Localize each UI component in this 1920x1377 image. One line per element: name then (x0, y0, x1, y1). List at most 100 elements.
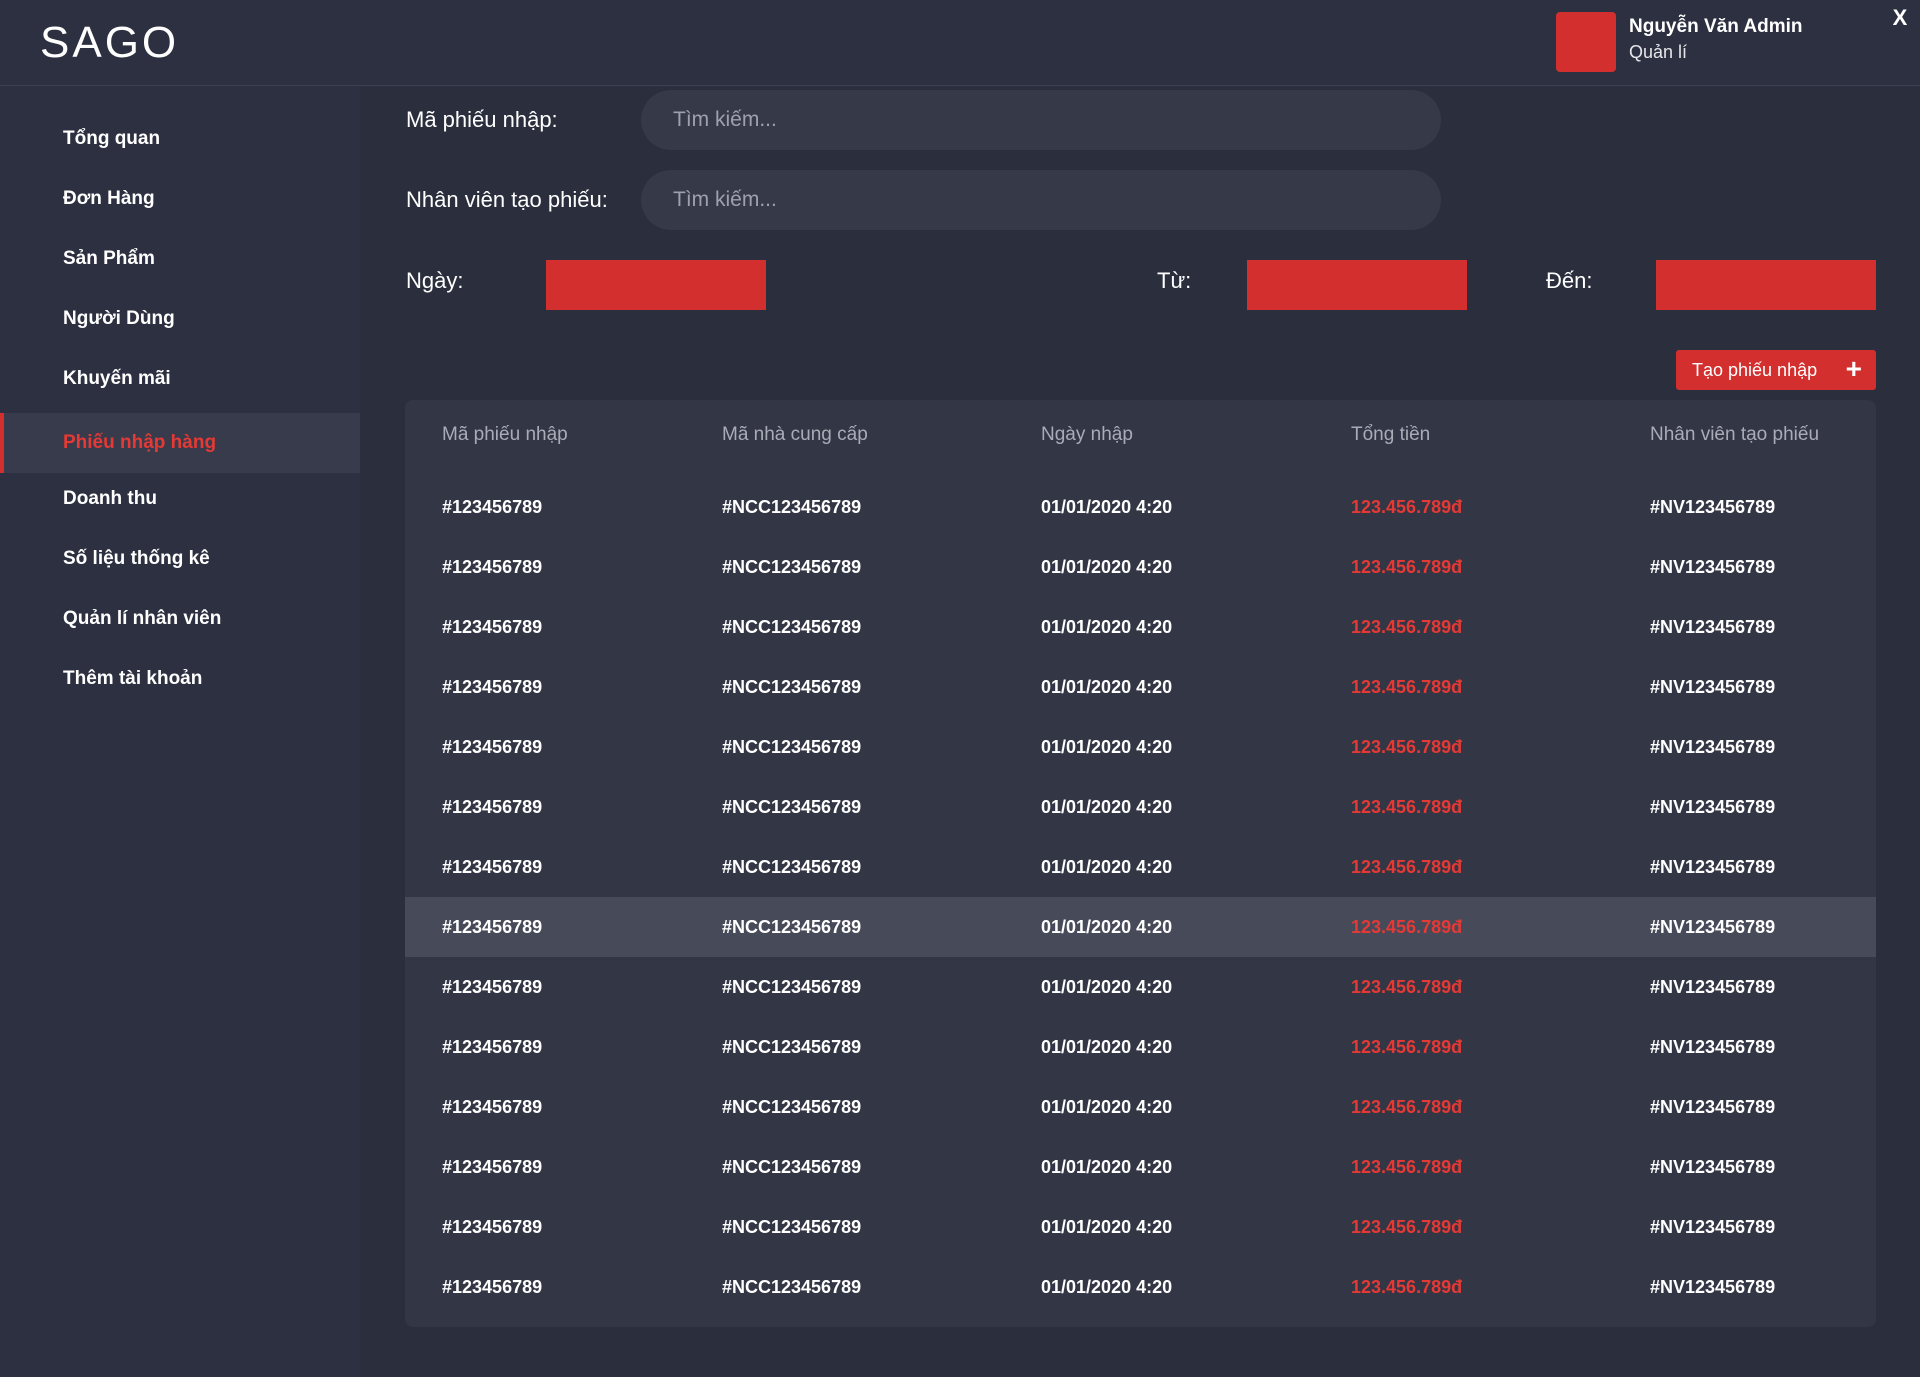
cell-date: 01/01/2020 4:20 (1041, 1037, 1173, 1057)
cell-staff: #NV123456789 (1650, 1097, 1776, 1117)
column-header-date[interactable]: Ngày nhập (1041, 424, 1133, 446)
cell-date: 01/01/2020 4:20 (1041, 617, 1173, 637)
cell-date: 01/01/2020 4:20 (1041, 497, 1173, 517)
staff-filter-label: Nhân viên tạo phiếu: (406, 187, 608, 212)
user-name: Nguyễn Văn Admin (1629, 16, 1803, 37)
cell-code: #123456789 (442, 857, 543, 877)
cell-code: #123456789 (442, 917, 543, 937)
cell-code: #123456789 (442, 1157, 543, 1177)
cell-supplier: #NCC123456789 (722, 1277, 862, 1297)
sidebar-item-phieu-nhap-hang[interactable]: Phiếu nhập hàng (0, 413, 360, 473)
cell-date: 01/01/2020 4:20 (1041, 737, 1173, 757)
cell-supplier: #NCC123456789 (722, 677, 862, 697)
column-header-total[interactable]: Tổng tiền (1351, 424, 1430, 446)
main-content: Mã phiếu nhập: Nhân viên tạo phiếu: Ngày… (360, 87, 1920, 1377)
avatar[interactable] (1556, 12, 1616, 72)
cell-staff: #NV123456789 (1650, 977, 1776, 997)
app-window: SAGO Nguyễn Văn Admin Quản lí X Tổng qua… (0, 0, 1920, 1377)
cell-total: 123.456.789đ (1351, 917, 1463, 937)
cell-code: #123456789 (442, 617, 543, 637)
table-row[interactable]: #123456789 #NCC123456789 01/01/2020 4:20 12… (405, 1257, 1876, 1317)
cell-staff: #NV123456789 (1650, 857, 1776, 877)
table-row[interactable]: #123456789 #NCC123456789 01/01/2020 4:20 12… (405, 597, 1876, 657)
cell-staff: #NV123456789 (1650, 737, 1776, 757)
cell-date: 01/01/2020 4:20 (1041, 857, 1173, 877)
to-label: Đến: (1546, 268, 1593, 293)
cell-code: #123456789 (442, 497, 543, 517)
cell-code: #123456789 (442, 557, 543, 577)
sidebar-item-tong-quan[interactable]: Tổng quan (0, 109, 360, 169)
user-role: Quản lí (1629, 42, 1688, 62)
sidebar: Tổng quan Đơn Hàng Sản Phẩm Người Dùng K… (0, 87, 360, 1377)
code-search-input[interactable] (641, 90, 1441, 150)
cell-code: #123456789 (442, 1277, 543, 1297)
sidebar-item-khuyen-mai[interactable]: Khuyến mãi (0, 349, 360, 409)
staff-search-input[interactable] (641, 170, 1441, 230)
table-row[interactable]: #123456789 #NCC123456789 01/01/2020 4:20 12… (405, 957, 1876, 1017)
cell-staff: #NV123456789 (1650, 617, 1776, 637)
sidebar-item-doanh-thu[interactable]: Doanh thu (0, 469, 360, 529)
table-row[interactable]: #123456789 #NCC123456789 01/01/2020 4:20 12… (405, 1137, 1876, 1197)
cell-code: #123456789 (442, 677, 543, 697)
cell-staff: #NV123456789 (1650, 1277, 1776, 1297)
sidebar-item-san-pham[interactable]: Sản Phẩm (0, 229, 360, 289)
close-icon[interactable]: X (1888, 4, 1912, 32)
cell-date: 01/01/2020 4:20 (1041, 677, 1173, 697)
cell-staff: #NV123456789 (1650, 557, 1776, 577)
cell-staff: #NV123456789 (1650, 1217, 1776, 1237)
top-header: SAGO Nguyễn Văn Admin Quản lí X (0, 0, 1920, 86)
cell-total: 123.456.789đ (1351, 677, 1463, 697)
cell-staff: #NV123456789 (1650, 1037, 1776, 1057)
table-row[interactable]: #123456789 #NCC123456789 01/01/2020 4:20 12… (405, 837, 1876, 897)
cell-total: 123.456.789đ (1351, 617, 1463, 637)
cell-code: #123456789 (442, 797, 543, 817)
cell-total: 123.456.789đ (1351, 1097, 1463, 1117)
column-header-code[interactable]: Mã phiếu nhập (442, 424, 568, 446)
date-picker[interactable] (546, 260, 766, 310)
cell-date: 01/01/2020 4:20 (1041, 917, 1173, 937)
sidebar-item-them-tai-khoan[interactable]: Thêm tài khoản (0, 649, 360, 709)
receipts-table: Mã phiếu nhập Mã nhà cung cấp Ngày nhập … (405, 400, 1876, 1327)
table-row[interactable]: #123456789 #NCC123456789 01/01/2020 4:20 12… (405, 1017, 1876, 1077)
column-header-supplier[interactable]: Mã nhà cung cấp (722, 424, 868, 446)
create-receipt-button[interactable]: Tạo phiếu nhập + (1676, 350, 1876, 390)
sidebar-item-quan-li-nhan-vien[interactable]: Quản lí nhân viên (0, 589, 360, 649)
cell-total: 123.456.789đ (1351, 1037, 1463, 1057)
cell-date: 01/01/2020 4:20 (1041, 1217, 1173, 1237)
cell-supplier: #NCC123456789 (722, 1097, 862, 1117)
cell-supplier: #NCC123456789 (722, 977, 862, 997)
cell-date: 01/01/2020 4:20 (1041, 977, 1173, 997)
cell-date: 01/01/2020 4:20 (1041, 1157, 1173, 1177)
table-row[interactable]: #123456789 #NCC123456789 01/01/2020 4:20 12… (405, 657, 1876, 717)
cell-supplier: #NCC123456789 (722, 617, 862, 637)
cell-supplier: #NCC123456789 (722, 1037, 862, 1057)
cell-total: 123.456.789đ (1351, 737, 1463, 757)
from-date-picker[interactable] (1247, 260, 1467, 310)
create-receipt-label: Tạo phiếu nhập (1692, 360, 1818, 380)
cell-date: 01/01/2020 4:20 (1041, 797, 1173, 817)
cell-total: 123.456.789đ (1351, 1277, 1463, 1297)
table-row[interactable]: #123456789 #NCC123456789 01/01/2020 4:20 12… (405, 537, 1876, 597)
column-header-staff[interactable]: Nhân viên tạo phiếu (1650, 424, 1819, 446)
date-label: Ngày: (406, 268, 464, 293)
table-row[interactable]: #123456789 #NCC123456789 01/01/2020 4:20 12… (405, 1077, 1876, 1137)
sidebar-item-don-hang[interactable]: Đơn Hàng (0, 169, 360, 229)
cell-supplier: #NCC123456789 (722, 1157, 862, 1177)
sidebar-item-nguoi-dung[interactable]: Người Dùng (0, 289, 360, 349)
sidebar-item-so-lieu-thong-ke[interactable]: Số liệu thống kê (0, 529, 360, 589)
table-row[interactable]: #123456789 #NCC123456789 01/01/2020 4:20 12… (405, 477, 1876, 537)
app-logo: SAGO (40, 18, 180, 67)
table-row[interactable]: #123456789 #NCC123456789 01/01/2020 4:20 12… (405, 1197, 1876, 1257)
from-label: Từ: (1157, 268, 1192, 293)
cell-supplier: #NCC123456789 (722, 857, 862, 877)
cell-date: 01/01/2020 4:20 (1041, 1277, 1173, 1297)
to-date-picker[interactable] (1656, 260, 1876, 310)
cell-code: #123456789 (442, 1217, 543, 1237)
cell-code: #123456789 (442, 1037, 543, 1057)
table-row[interactable]: #123456789 #NCC123456789 01/01/2020 4:20 12… (405, 777, 1876, 837)
cell-total: 123.456.789đ (1351, 1217, 1463, 1237)
cell-date: 01/01/2020 4:20 (1041, 557, 1173, 577)
table-row[interactable]: #123456789 #NCC123456789 01/01/2020 4:20 12… (405, 897, 1876, 957)
cell-date: 01/01/2020 4:20 (1041, 1097, 1173, 1117)
table-row[interactable]: #123456789 #NCC123456789 01/01/2020 4:20 12… (405, 717, 1876, 777)
